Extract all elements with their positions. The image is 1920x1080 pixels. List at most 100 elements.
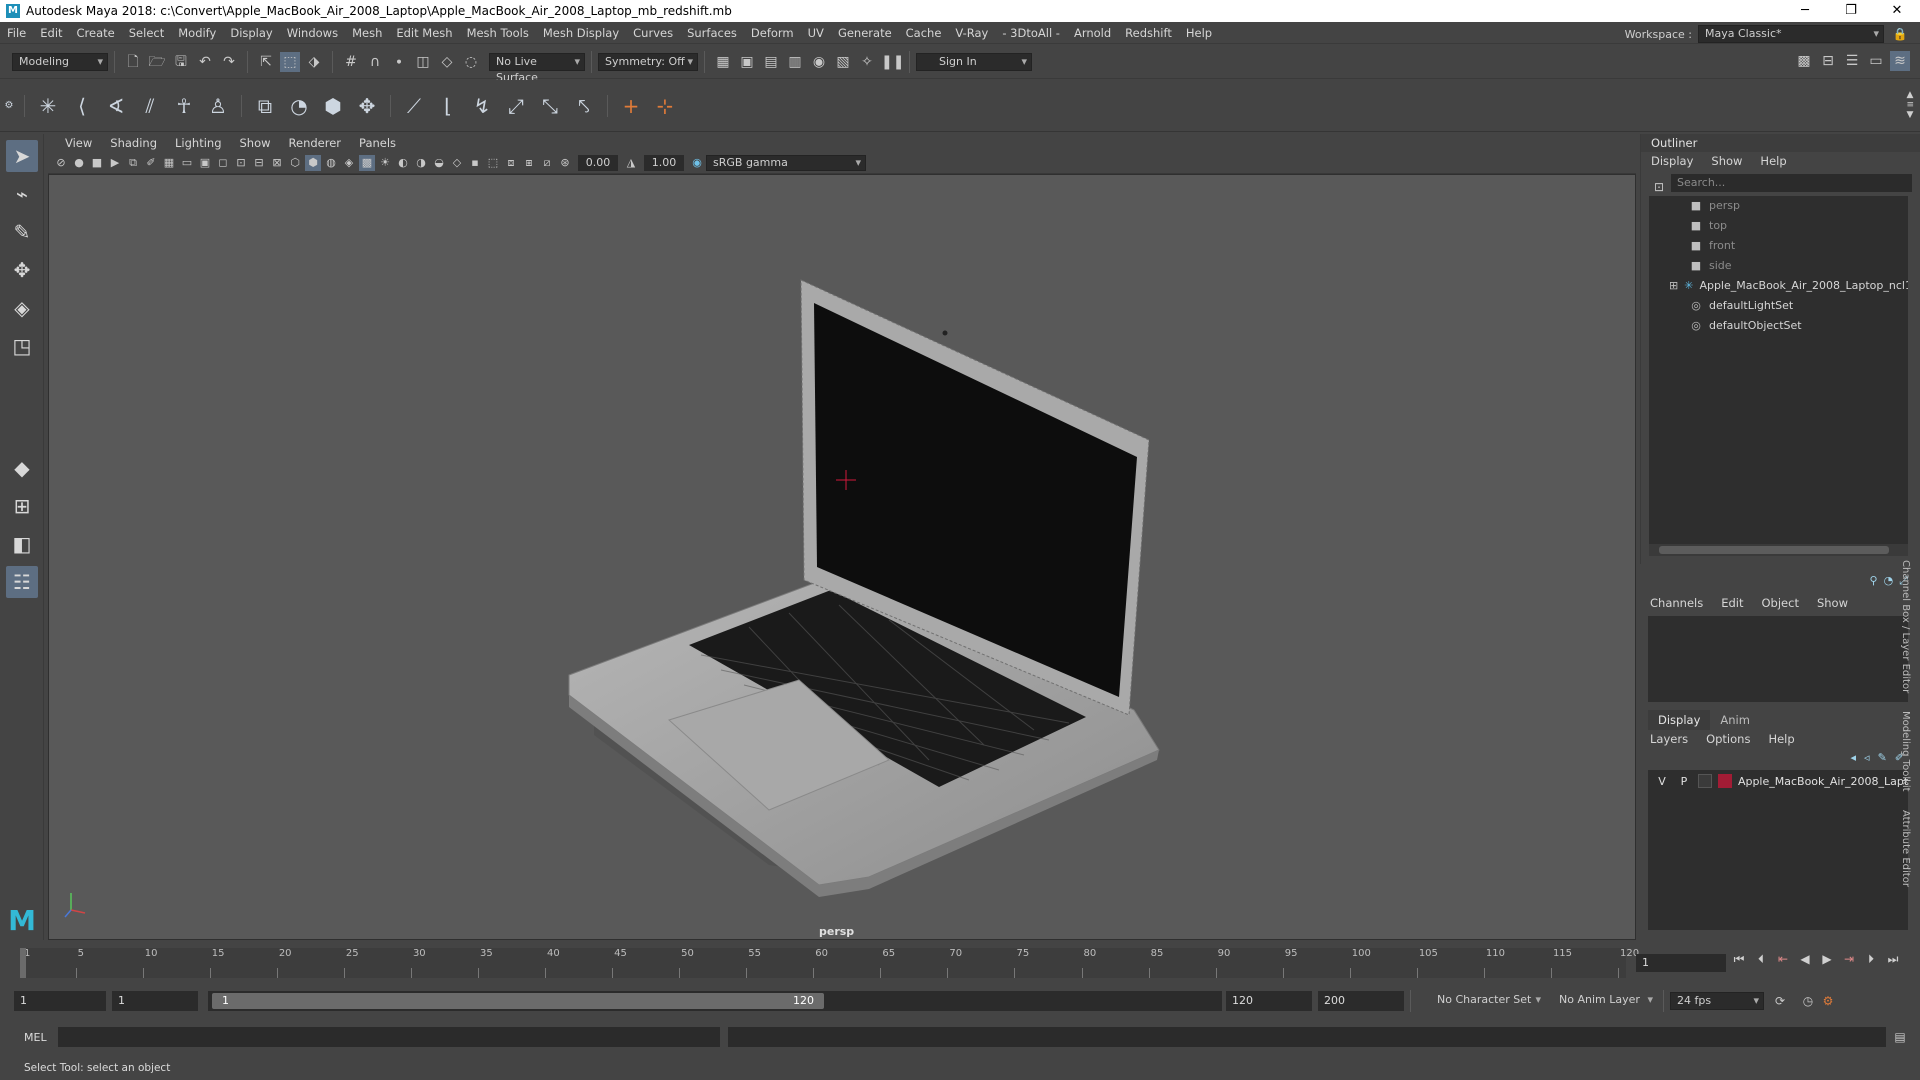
fps-dropdown[interactable]: 24 fps: [1670, 992, 1764, 1010]
anim-prefs-icon[interactable]: ⚙: [1820, 991, 1836, 1011]
menu-windows[interactable]: Windows: [280, 26, 345, 40]
camera-attributes-icon[interactable]: ●: [71, 155, 87, 171]
render-setup-icon[interactable]: ▧: [833, 52, 853, 72]
vtab-modeling-toolkit[interactable]: Modeling Toolkit: [1900, 711, 1911, 792]
layer-menu-layers[interactable]: Layers: [1650, 732, 1688, 746]
menu-edit[interactable]: Edit: [33, 26, 69, 40]
constraint-scale-icon[interactable]: ⤢: [501, 91, 531, 121]
step-forward-key-icon[interactable]: ⇥: [1838, 952, 1860, 967]
outliner-horizontal-scrollbar[interactable]: [1649, 544, 1908, 556]
human-ik-icon[interactable]: ♙: [203, 91, 233, 121]
outliner-menu-help[interactable]: Help: [1760, 154, 1786, 168]
undo-icon[interactable]: ↶: [195, 52, 215, 72]
grid-toggle-icon[interactable]: ▦: [161, 155, 177, 171]
channel-box-menu-object[interactable]: Object: [1762, 596, 1799, 610]
shelf-scroll-up-icon[interactable]: ▲: [1906, 90, 1914, 100]
layer-menu-help[interactable]: Help: [1768, 732, 1794, 746]
bookmarks-icon[interactable]: ■: [89, 155, 105, 171]
outliner-item[interactable]: ⊞ ✳ Apple_MacBook_Air_2008_Laptop_ncl1_: [1649, 276, 1908, 296]
four-view-layout-icon[interactable]: ⊞: [6, 490, 38, 522]
layer-playback-toggle[interactable]: P: [1676, 775, 1692, 788]
light-editor-icon[interactable]: ✧: [857, 52, 877, 72]
anim-layer-dropdown[interactable]: No Anim Layer: [1545, 992, 1657, 1010]
lattice-icon[interactable]: ⬢: [318, 91, 348, 121]
move-tool-icon[interactable]: ✥: [6, 254, 38, 286]
play-forwards-icon[interactable]: ▶: [1816, 952, 1838, 967]
scale-tool-icon[interactable]: ◳: [6, 330, 38, 362]
menu-arnold[interactable]: Arnold: [1067, 26, 1118, 40]
joint-tool-icon[interactable]: ✳: [33, 91, 63, 121]
field-chart-icon[interactable]: ⊡: [233, 155, 249, 171]
close-button[interactable]: ✕: [1874, 0, 1920, 22]
shelf-settings-icon[interactable]: ⚙: [2, 91, 16, 121]
panel-menu-lighting[interactable]: Lighting: [166, 136, 230, 150]
xray-icon[interactable]: ⧈: [503, 155, 519, 171]
panel-menu-shading[interactable]: Shading: [101, 136, 166, 150]
command-language-label[interactable]: MEL: [0, 1031, 58, 1044]
outliner-item[interactable]: ■ side: [1649, 256, 1908, 276]
play-backwards-icon[interactable]: ◀: [1794, 952, 1816, 967]
outliner-menu-show[interactable]: Show: [1711, 154, 1742, 168]
2d-pan-zoom-icon[interactable]: ⧉: [125, 155, 141, 171]
current-time-indicator[interactable]: [20, 948, 26, 978]
layer-color-swatch[interactable]: [1717, 774, 1732, 788]
render-settings-icon[interactable]: ▥: [785, 52, 805, 72]
select-tool-icon[interactable]: ➤: [6, 140, 38, 172]
animation-end-field[interactable]: 200: [1318, 991, 1404, 1011]
channel-box-icon[interactable]: ▭: [1866, 51, 1886, 71]
menu-generate[interactable]: Generate: [831, 26, 899, 40]
outliner-item[interactable]: ◎ defaultObjectSet: [1649, 316, 1908, 336]
use-all-lights-icon[interactable]: ☀: [377, 155, 393, 171]
render-view-icon[interactable]: ▦: [713, 52, 733, 72]
color-management-icon[interactable]: ◉: [689, 155, 705, 171]
locator-icon[interactable]: +: [616, 91, 646, 121]
layer-menu-options[interactable]: Options: [1706, 732, 1750, 746]
auto-key-icon[interactable]: ◷: [1800, 991, 1816, 1011]
menu-curves[interactable]: Curves: [626, 26, 680, 40]
current-frame-field[interactable]: 1: [1636, 954, 1726, 972]
open-scene-icon[interactable]: 🗁: [147, 52, 167, 72]
menu-edit-mesh[interactable]: Edit Mesh: [389, 26, 459, 40]
constraint-orient-icon[interactable]: ↯: [467, 91, 497, 121]
menu-cache[interactable]: Cache: [899, 26, 949, 40]
shelf-menu-icon[interactable]: ≡: [1906, 100, 1914, 110]
cluster-icon[interactable]: ✥: [352, 91, 382, 121]
isolate-select-icon[interactable]: ⬚: [485, 155, 501, 171]
xray-joints-icon[interactable]: ⧆: [521, 155, 537, 171]
menu-file[interactable]: File: [0, 26, 33, 40]
constraint-parent-icon[interactable]: ⤡: [535, 91, 565, 121]
panel-menu-view[interactable]: View: [56, 136, 101, 150]
loop-icon[interactable]: ⟳: [1772, 991, 1788, 1011]
sign-in-dropdown[interactable]: Sign In: [916, 52, 1032, 71]
menu-modify[interactable]: Modify: [171, 26, 223, 40]
minimize-button[interactable]: ─: [1782, 0, 1828, 22]
menu-uv[interactable]: UV: [801, 26, 831, 40]
shadows-icon[interactable]: ◐: [395, 155, 411, 171]
skin-bind-icon[interactable]: ⫽: [135, 91, 165, 121]
menu-redshift[interactable]: Redshift: [1118, 26, 1179, 40]
rotate-tool-icon[interactable]: ◈: [6, 292, 38, 324]
menu-surfaces[interactable]: Surfaces: [680, 26, 744, 40]
safe-action-icon[interactable]: ⊟: [251, 155, 267, 171]
select-object-icon[interactable]: ⬚: [280, 51, 300, 72]
paint-weights-icon[interactable]: ◔: [284, 91, 314, 121]
channel-box-menu-edit[interactable]: Edit: [1721, 596, 1743, 610]
lasso-tool-icon[interactable]: ⌁: [6, 178, 38, 210]
outliner-search-input[interactable]: Search...: [1671, 174, 1912, 192]
filter-icon[interactable]: ⊡: [1651, 177, 1667, 197]
menu-3dtoall[interactable]: - 3DtoAll -: [995, 26, 1067, 40]
new-layer-selected-icon[interactable]: ✎: [1878, 751, 1887, 764]
textured-icon[interactable]: ▩: [359, 154, 375, 171]
menu-select[interactable]: Select: [122, 26, 171, 40]
exposure-icon[interactable]: ⊛: [557, 155, 573, 171]
channel-box-refresh-icon[interactable]: ◔: [1884, 574, 1894, 588]
vtab-channel-box-layer-editor[interactable]: Channel Box / Layer Editor: [1900, 560, 1911, 693]
command-input[interactable]: [58, 1027, 720, 1047]
new-scene-icon[interactable]: 🗋: [123, 52, 143, 72]
viewport-3d[interactable]: persp: [48, 174, 1636, 940]
two-view-layout-icon[interactable]: ◧: [6, 528, 38, 560]
snap-curve-icon[interactable]: ∩: [365, 52, 385, 72]
menu-create[interactable]: Create: [70, 26, 122, 40]
maximize-button[interactable]: ❐: [1828, 0, 1874, 22]
go-to-end-icon[interactable]: ⏭: [1882, 952, 1904, 967]
